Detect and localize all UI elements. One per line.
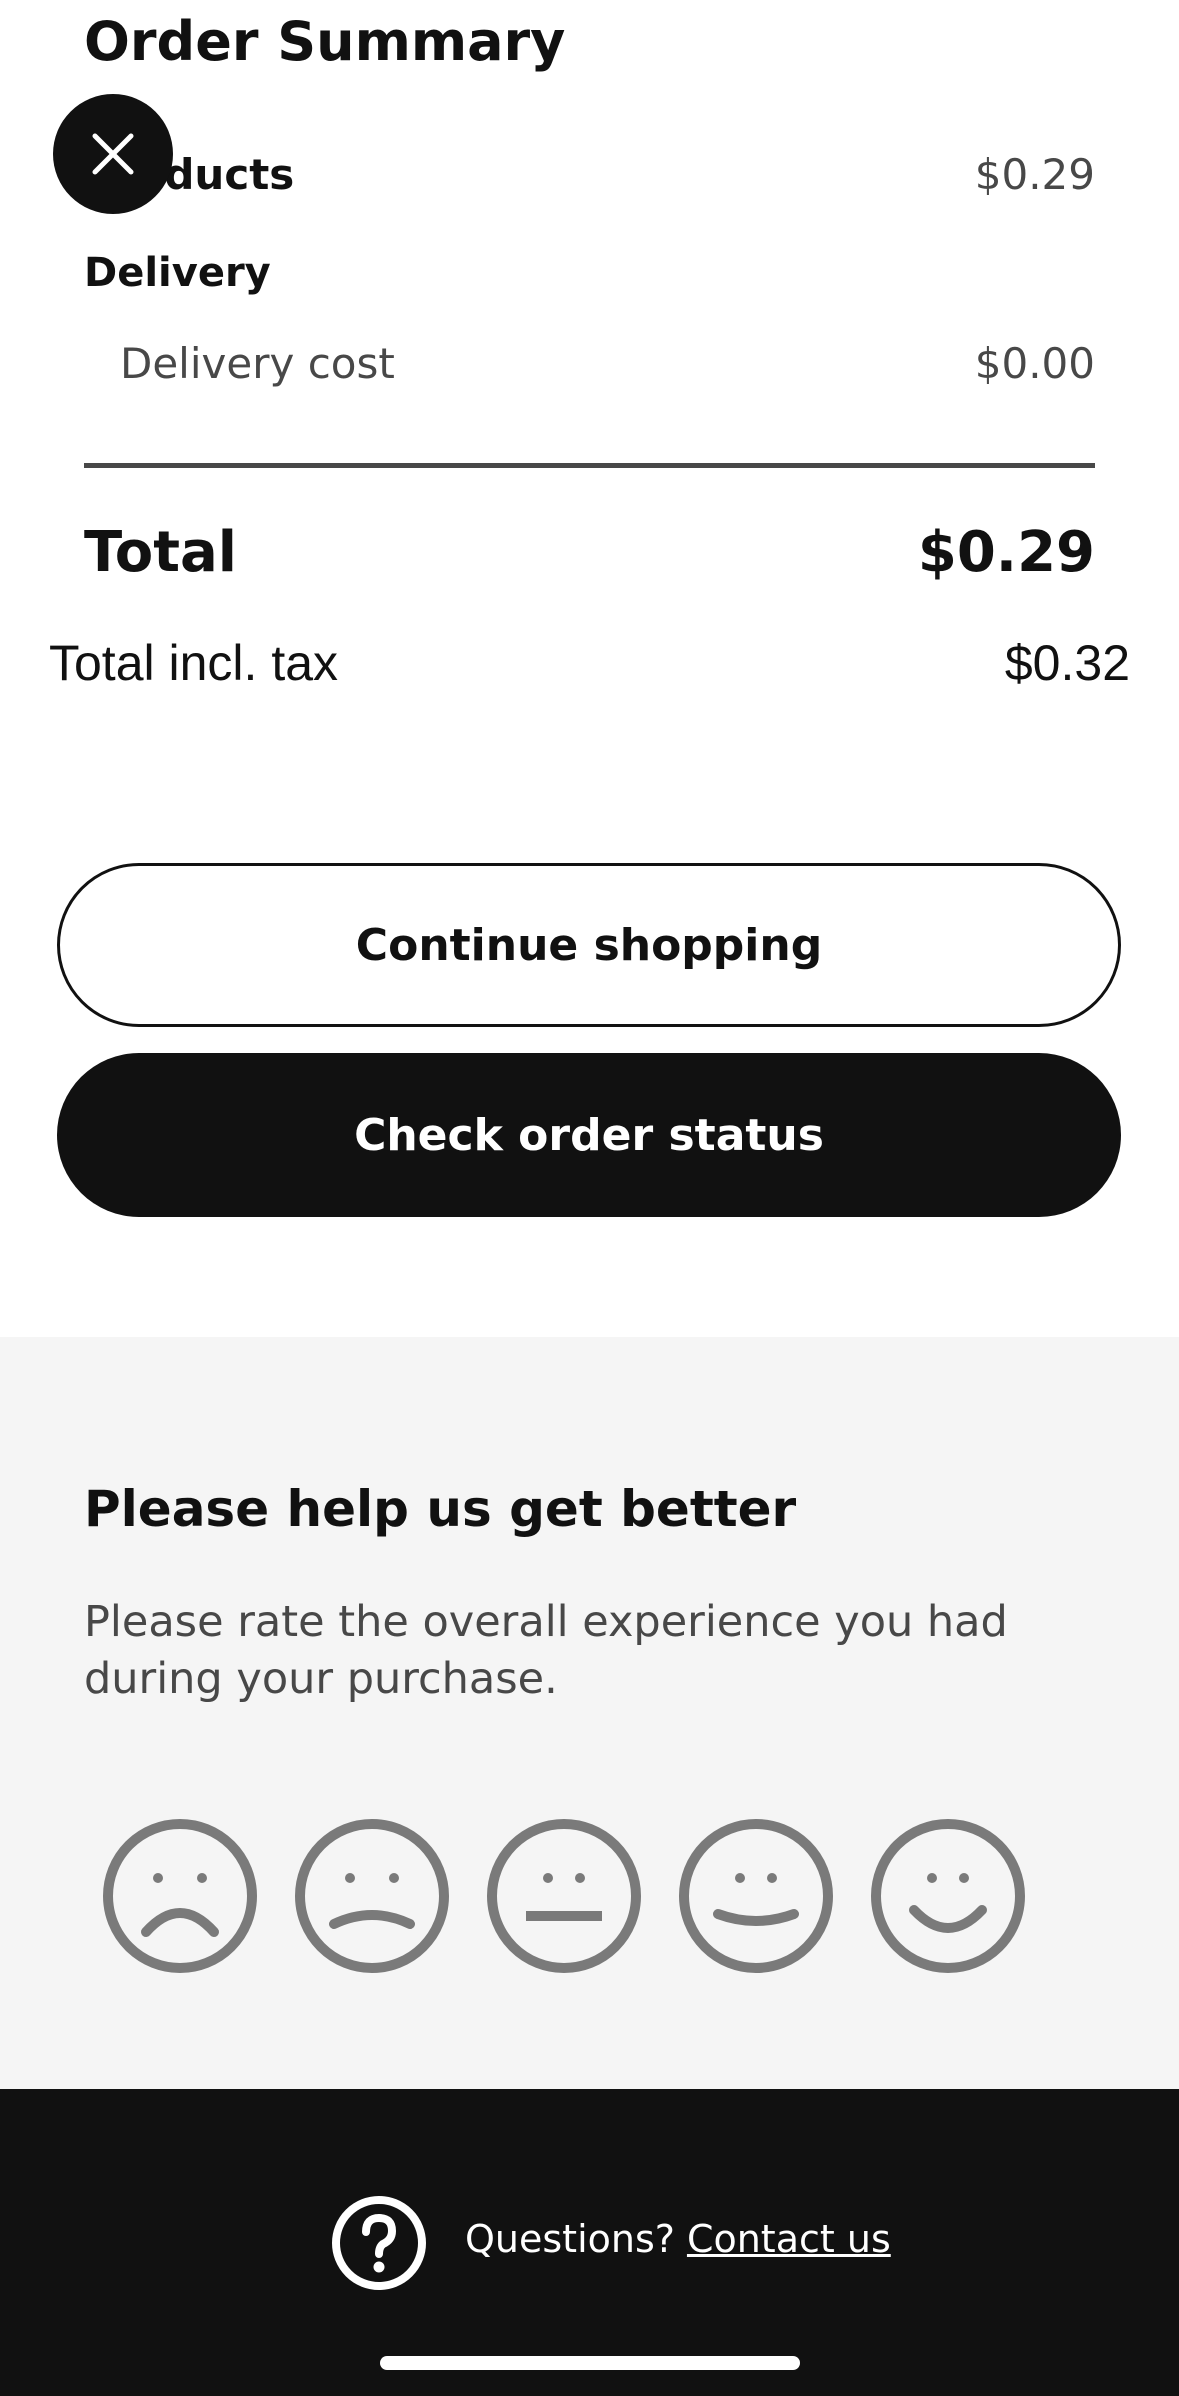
questions-label: Questions?	[465, 2217, 675, 2261]
very-sad-face-icon[interactable]	[100, 1816, 260, 1976]
contact-us-link[interactable]: Contact us	[687, 2217, 891, 2261]
check-order-status-label: Check order status	[354, 1109, 824, 1161]
feedback-text: Please rate the overall experience you h…	[84, 1597, 1008, 1705]
delivery-label: Delivery	[84, 250, 271, 296]
feedback-title: Please help us get better	[84, 1480, 797, 1538]
delivery-cost-value: $0.00	[974, 339, 1095, 388]
questions-row: Questions? Contact us	[465, 2217, 891, 2261]
smile-face-icon[interactable]	[676, 1816, 836, 1976]
check-order-status-button[interactable]: Check order status	[57, 1053, 1121, 1217]
happy-face-icon[interactable]	[868, 1816, 1028, 1976]
question-mark-icon	[332, 2196, 426, 2290]
total-value: $0.29	[917, 520, 1095, 585]
feedback-section	[0, 1337, 1179, 2089]
total-incl-tax-value: $0.32	[1004, 635, 1130, 691]
delivery-cost-label: Delivery cost	[120, 339, 395, 388]
total-incl-tax-label: Total incl. tax	[49, 635, 339, 691]
neutral-face-icon[interactable]	[484, 1816, 644, 1976]
continue-shopping-button[interactable]: Continue shopping	[57, 863, 1121, 1027]
close-button[interactable]	[53, 94, 173, 214]
summary-divider	[84, 463, 1095, 468]
close-icon	[92, 133, 134, 175]
sad-face-icon[interactable]	[292, 1816, 452, 1976]
total-label: Total	[84, 520, 237, 585]
home-indicator	[380, 2356, 800, 2370]
order-summary-title: Order Summary	[84, 10, 566, 73]
continue-shopping-label: Continue shopping	[355, 919, 823, 971]
products-value: $0.29	[974, 150, 1095, 199]
